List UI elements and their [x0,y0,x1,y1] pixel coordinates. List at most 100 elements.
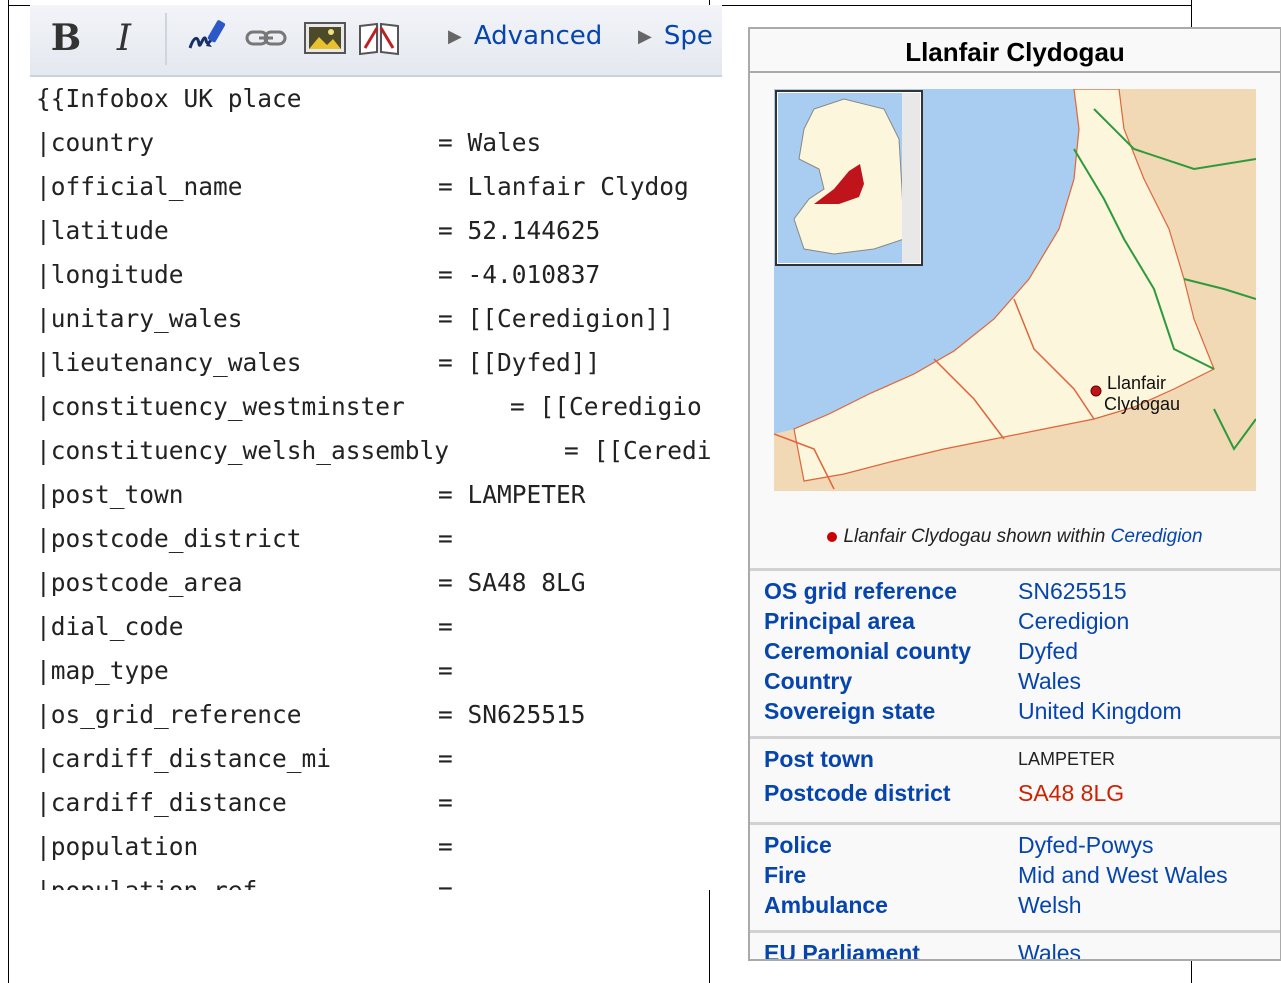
infobox-row: Post town LAMPETER [764,744,1274,774]
infobox-row: Police Dyfed-Powys [764,830,1274,860]
param-key: |os_grid_reference [36,700,302,729]
triangle-right-icon: ▶ [638,25,652,47]
infobox-row: Principal area Ceredigion [764,606,1274,636]
param-value: = 52.144625 [438,216,601,245]
infobox-row-label[interactable]: Post town [764,744,874,774]
special-characters-label: Spe [663,21,713,51]
param-key: |constituency_welsh_assembly [36,436,450,465]
param-key: |population [36,832,199,861]
infobox-row: OS grid reference SN625515 [764,576,1274,606]
param-value: = Llanfair Clydog [438,172,689,201]
infobox-row: Fire Mid and West Wales [764,860,1274,890]
location-marker [1090,385,1102,397]
infobox-row: Ambulance Welsh [764,890,1274,920]
param-value: = Wales [438,128,542,157]
infobox-group-divider [750,930,1280,933]
infobox-group-divider [750,822,1280,825]
infobox-row: Ceremonial county Dyfed [764,636,1274,666]
param-key: |constituency_westminster [36,392,405,421]
map-inset-border [902,93,920,263]
infobox-preview: Llanfair Clydogau Llanfair Clydogau Llan… [748,27,1281,961]
infobox-row-label[interactable]: Postcode district [764,778,951,808]
toolbar-divider [165,13,167,65]
infobox-row-label[interactable]: Police [764,830,832,860]
infobox-row-value[interactable]: Mid and West Wales [1018,860,1228,890]
location-map[interactable]: Llanfair Clydogau [774,89,1256,491]
italic-button[interactable]: I [110,15,138,61]
param-value: = SN625515 [438,700,586,729]
param-value: = [438,612,453,641]
link-button[interactable] [243,15,289,61]
param-key: |cardiff_distance_mi [36,744,332,773]
infobox-row-label[interactable]: Ambulance [764,890,888,920]
infobox-row-value[interactable]: Wales [1018,938,1081,959]
map-label-line2: Clydogau [1104,394,1180,414]
param-key: {{Infobox UK place [36,84,302,113]
param-value: = LAMPETER [438,480,586,509]
infobox-row: Country Wales [764,666,1274,696]
infobox-row-label[interactable]: Principal area [764,606,915,636]
infobox-row-label[interactable]: EU Parliament [764,938,920,959]
param-key: |postcode_area [36,568,243,597]
special-characters-toggle[interactable]: ▶ Spe [638,21,713,51]
infobox-row-label[interactable]: OS grid reference [764,576,957,606]
infobox-row-value[interactable]: Dyfed-Powys [1018,830,1153,860]
infobox-row-value[interactable]: United Kingdom [1018,696,1182,726]
infobox-row-value[interactable]: SN625515 [1018,576,1127,606]
embedded-file-button[interactable] [302,15,348,61]
embedded-file-icon [304,22,346,54]
param-value: = [438,744,453,773]
param-value: = [438,788,453,817]
infobox-row-value[interactable]: Welsh [1018,890,1082,920]
infobox-title: Llanfair Clydogau [905,37,1125,67]
param-value: = -4.010837 [438,260,601,289]
advanced-section-toggle[interactable]: ▶ Advanced [448,21,602,51]
location-dot-icon [827,531,838,542]
infobox-row-value[interactable]: SA48 8LG [1018,778,1124,808]
param-value: = [[Ceredigion]] [438,304,675,333]
infobox-row: Postcode district SA48 8LG [764,778,1274,808]
reference-button[interactable] [356,15,402,61]
param-key: |population_ref [36,869,257,890]
advanced-label: Advanced [473,21,603,51]
map-label-line1: Llanfair [1107,373,1166,393]
reference-icon [359,22,399,56]
infobox-row-value[interactable]: Dyfed [1018,636,1078,666]
infobox-group-divider [750,736,1280,739]
infobox-row: Sovereign state United Kingdom [764,696,1274,726]
infobox-row-value[interactable]: Ceredigion [1018,606,1129,636]
param-key: |postcode_district [36,524,302,553]
signature-button[interactable] [185,15,231,61]
param-key: |longitude [36,260,184,289]
wikitext-editor[interactable]: B I ▶ Advanced ▶ Spe {{Infobox UK place … [30,5,722,890]
title-divider [750,71,1280,73]
infobox-row-value[interactable]: Wales [1018,666,1081,696]
guide-line-left [8,0,9,983]
infobox-row-label[interactable]: Fire [764,860,806,890]
triangle-right-icon: ▶ [448,25,462,47]
infobox-row-label[interactable]: Ceremonial county [764,636,971,666]
param-key: |unitary_wales [36,304,243,333]
signature-icon [188,20,226,49]
param-value: = [[Dyfed]] [438,348,601,377]
infobox-row-value: LAMPETER [1018,749,1116,769]
param-value: = [[Ceredigio [510,392,702,421]
bold-button[interactable]: B [50,15,82,61]
param-value: = [438,832,453,861]
param-value: = SA48 8LG [438,568,586,597]
param-key: |latitude [36,216,169,245]
map-caption: Llanfair Clydogau shown within Ceredigio… [750,526,1280,548]
param-value: = [[Ceredi [564,436,712,465]
infobox-group-divider [750,568,1280,571]
param-key: |cardiff_distance [36,788,287,817]
param-key: |country [36,128,155,157]
link-icon [245,30,287,46]
infobox-row-label[interactable]: Country [764,666,852,696]
caption-link[interactable]: Ceredigion [1111,526,1203,547]
param-key: |official_name [36,172,243,201]
param-key: |dial_code [36,612,184,641]
editor-toolbar: B I ▶ Advanced ▶ Spe [30,5,722,77]
param-key: |map_type [36,656,169,685]
infobox-row-label[interactable]: Sovereign state [764,696,935,726]
param-value: = [438,524,453,553]
